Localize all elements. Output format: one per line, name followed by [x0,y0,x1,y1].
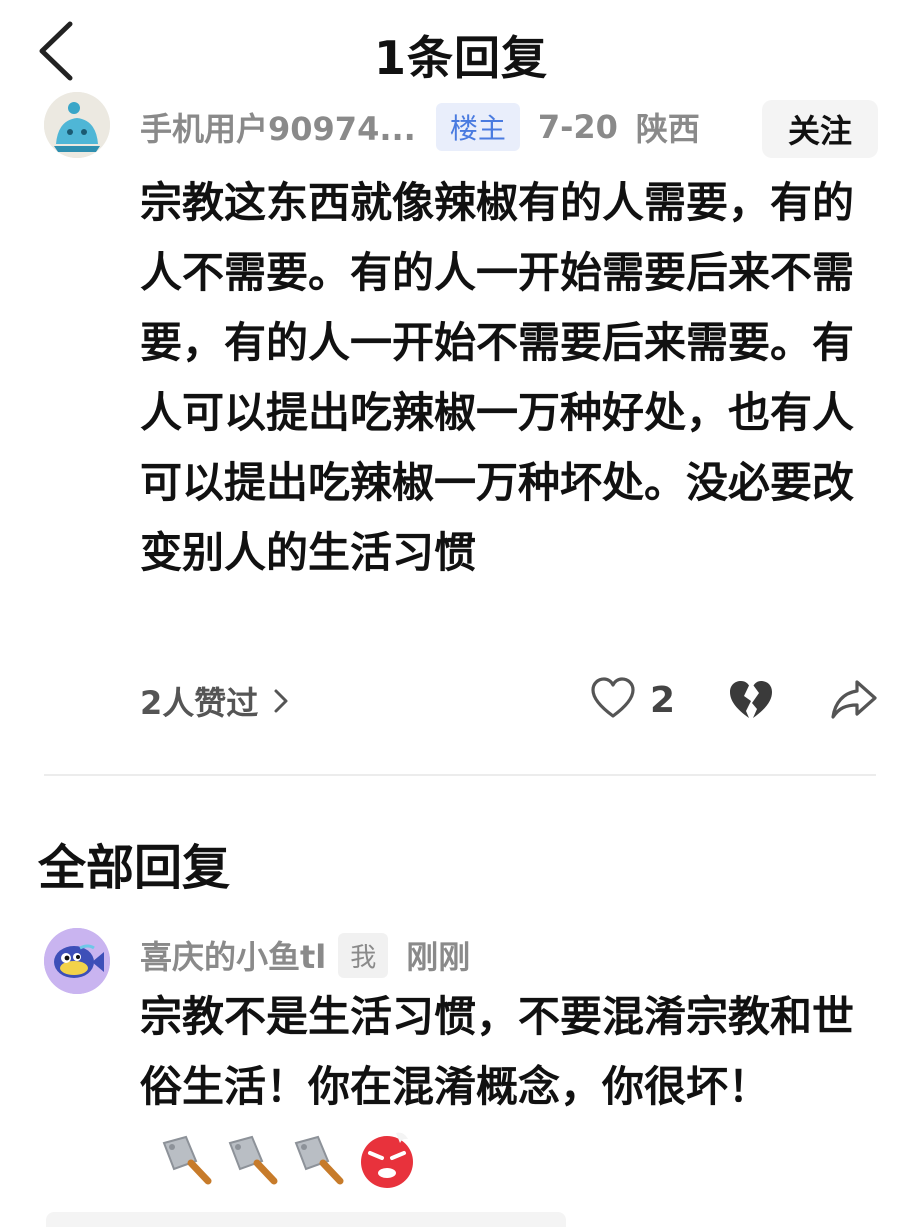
likers-count-text: 2人赞过 [140,684,259,722]
avatar-hedgehog-icon [44,92,110,158]
reply-input-bar[interactable] [46,1212,566,1227]
comment-location: 陕西 [635,110,700,148]
owner-badge: 楼主 [435,103,520,151]
top-bar: 1条回复 [0,0,922,100]
like-count: 2 [650,680,676,721]
angry-face-emoji [361,1132,413,1188]
username[interactable]: 喜庆的小鱼tl [140,932,326,978]
like-heart-icon[interactable] [590,676,636,722]
page-title: 1条回复 [373,31,548,85]
avatar[interactable] [44,92,110,158]
comment-date: 7-20 [537,108,618,146]
share-icon[interactable] [830,676,878,722]
reply-text-body: 宗教不是生活习惯，不要混淆宗教和世俗生活！你在混淆概念，你很坏！ [140,992,855,1111]
chevron-right-icon [274,689,288,713]
main-comment-meta: 手机用户90974... 楼主 7-20 陕西 [140,100,700,154]
avatar[interactable] [44,928,110,994]
likers-link[interactable]: 2人赞过 [140,676,290,726]
me-badge: 我 [338,932,389,978]
reply-time: 刚刚 [406,938,471,976]
username[interactable]: 手机用户90974... [140,104,416,150]
follow-button[interactable]: 关注 [762,100,878,158]
avatar-fish-icon [44,928,110,994]
main-comment-text: 宗教这东西就像辣椒有的人需要，有的人不需要。有的人一开始需要后来不需要，有的人一… [140,178,855,577]
divider [44,774,876,776]
section-title: 全部回复 [38,840,231,896]
cleaver-emoji [228,1135,278,1184]
emoji-row [158,1129,426,1191]
cleaver-emoji [294,1135,344,1184]
dislike-broken-heart-icon[interactable] [728,678,774,722]
cleaver-emoji [162,1135,212,1184]
reply-meta: 喜庆的小鱼tl 我 刚刚 [140,928,470,982]
reply-text: 宗教不是生活习惯，不要混淆宗教和世俗生活！你在混淆概念，你很坏！ [140,982,876,1192]
